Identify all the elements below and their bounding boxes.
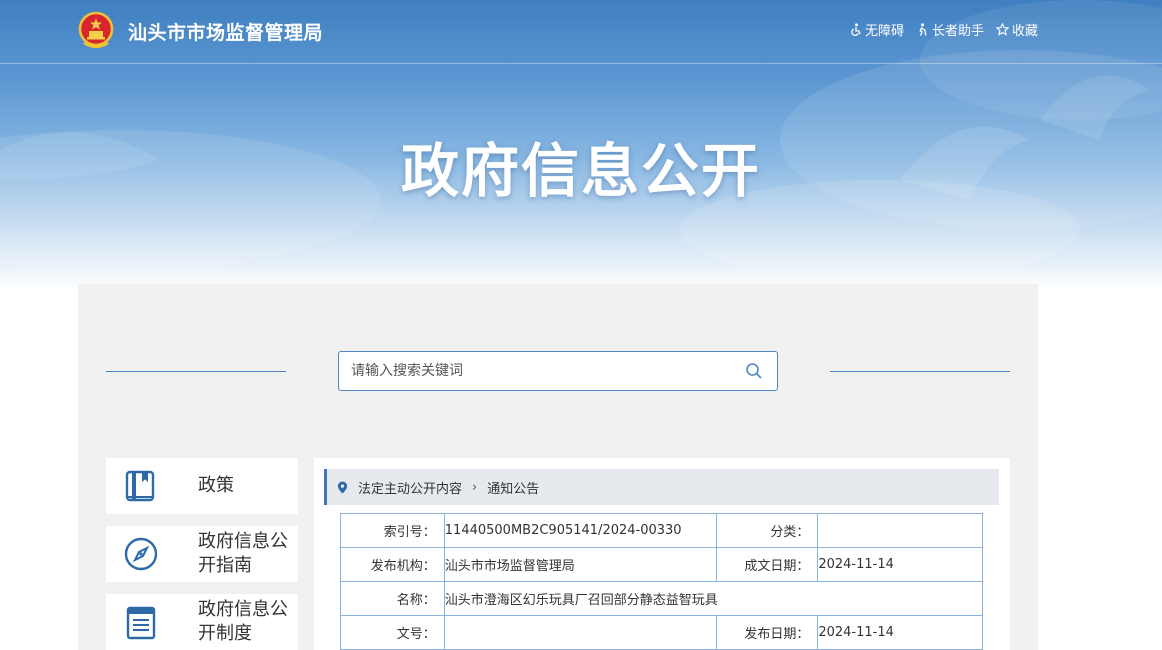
publisher-label: 发布机构：	[340, 547, 445, 582]
accessibility-link[interactable]: 无障碍	[849, 20, 904, 39]
search-divider-right	[830, 371, 1010, 372]
index-no-label: 索引号：	[340, 513, 445, 548]
sidebar-item-guide[interactable]: 政府信息公开指南	[106, 526, 298, 582]
created-date-label: 成文日期：	[715, 547, 819, 582]
category-value	[817, 513, 983, 548]
national-emblem-logo	[78, 11, 114, 49]
content-area: 法定主动公开内容 › 通知公告 索引号： 11440500MB2C905141/…	[314, 458, 1010, 650]
chevron-right-icon: ›	[472, 479, 478, 495]
created-date-value: 2024-11-14	[817, 547, 983, 582]
search-icon[interactable]	[745, 362, 763, 380]
search-box	[338, 351, 778, 391]
compass-icon	[124, 537, 158, 571]
elder-assist-label: 长者助手	[931, 24, 984, 39]
publisher-value: 汕头市市场监督管理局	[443, 547, 717, 582]
published-date-label: 发布日期：	[715, 615, 819, 650]
sidebar-item-policy[interactable]: 政策	[106, 458, 298, 514]
breadcrumb: 法定主动公开内容 › 通知公告	[324, 469, 999, 505]
category-label: 分类：	[715, 513, 819, 548]
name-value: 汕头市澄海区幻乐玩具厂召回部分静态益智玩具	[443, 581, 984, 616]
accessibility-icon	[851, 23, 861, 36]
search-divider-left	[106, 371, 286, 372]
breadcrumb-item-content[interactable]: 法定主动公开内容	[358, 478, 462, 497]
table-row: 文号： 发布日期： 2024-11-14	[340, 615, 983, 650]
breadcrumb-item-notice[interactable]: 通知公告	[487, 478, 539, 497]
elder-assist-icon	[919, 23, 927, 36]
index-no-value: 11440500MB2C905141/2024-00330	[443, 513, 717, 548]
search-input[interactable]	[339, 352, 729, 390]
sidebar-item-label: 政府信息公开指南	[198, 531, 288, 576]
favorite-label: 收藏	[1011, 24, 1038, 39]
favorite-link[interactable]: 收藏	[995, 20, 1038, 39]
header-banner: 汕头市市场监督管理局 无障碍 长者助手 收藏 政府信息公开	[0, 0, 1162, 290]
published-date-value: 2024-11-14	[817, 615, 983, 650]
table-row: 名称： 汕头市澄海区幻乐玩具厂召回部分静态益智玩具	[340, 581, 984, 616]
document-meta-table: 索引号： 11440500MB2C905141/2024-00330 分类： 发…	[340, 513, 984, 650]
sidebar-item-label: 政策	[198, 475, 234, 496]
top-bar: 汕头市市场监督管理局 无障碍 长者助手 收藏	[0, 0, 1162, 64]
star-icon	[995, 23, 1009, 36]
accessibility-label: 无障碍	[864, 24, 904, 39]
document-list-icon	[126, 606, 156, 640]
site-title[interactable]: 汕头市市场监督管理局	[128, 18, 323, 45]
top-links: 无障碍 长者助手 收藏	[849, 20, 1038, 39]
location-pin-icon	[337, 480, 348, 494]
main-panel: 政策 政府信息公开指南 政府信息公开制度 法定主动公开内容 › 通知公告	[78, 284, 1038, 650]
sidebar-item-label: 政府信息公开制度	[198, 599, 288, 644]
book-icon	[125, 470, 155, 502]
doc-no-value	[443, 615, 717, 650]
hero-title: 政府信息公开	[400, 137, 761, 205]
elder-assist-link[interactable]: 长者助手	[916, 20, 984, 39]
sidebar-item-system[interactable]: 政府信息公开制度	[106, 594, 298, 650]
table-row: 索引号： 11440500MB2C905141/2024-00330 分类：	[340, 513, 983, 548]
table-row: 发布机构： 汕头市市场监督管理局 成文日期： 2024-11-14	[340, 547, 983, 582]
doc-no-label: 文号：	[340, 615, 445, 650]
name-label: 名称：	[340, 581, 445, 616]
